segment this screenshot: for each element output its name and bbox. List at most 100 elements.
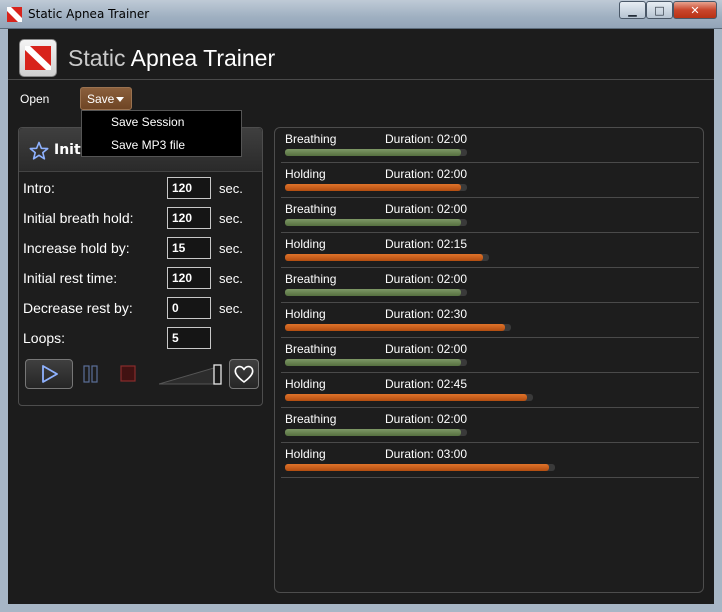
save-dropdown-menu: Save Session Save MP3 file — [81, 110, 242, 157]
app-logo — [19, 39, 57, 77]
session-phases-panel: Breathing Duration: 02:00 Holding Durati… — [274, 127, 704, 593]
duration-label: Duration: — [385, 167, 434, 181]
phase-row: Breathing Duration: 02:00 — [281, 338, 699, 373]
stop-button[interactable] — [115, 361, 141, 387]
duration-label: Duration: — [385, 307, 434, 321]
stop-icon — [120, 365, 136, 382]
open-menu[interactable]: Open — [20, 92, 49, 106]
increase-hold-input[interactable] — [167, 237, 211, 259]
header-divider — [8, 79, 714, 80]
phase-progress-fill — [285, 464, 549, 471]
phase-progress-track — [285, 184, 467, 191]
app-heading-bold: Apnea Trainer — [130, 45, 276, 71]
phase-progress-fill — [285, 359, 461, 366]
duration-label: Duration: — [385, 202, 434, 216]
duration-value: 02:00 — [437, 132, 468, 146]
field-label: Initial rest time: — [23, 270, 118, 286]
menu-item-save-session[interactable]: Save Session — [111, 115, 184, 129]
duration-label: Duration: — [385, 342, 434, 356]
app-heading: Static Apnea Trainer — [68, 45, 275, 72]
phase-progress-fill — [285, 289, 461, 296]
app-heading-light: Static — [68, 45, 126, 71]
play-button[interactable] — [25, 359, 73, 389]
phase-progress-track — [285, 359, 467, 366]
phase-name: Breathing — [285, 342, 337, 356]
close-button[interactable]: ✕ — [673, 1, 717, 19]
field-initial-breath-hold: Initial breath hold: sec. — [23, 207, 263, 231]
duration-label: Duration: — [385, 237, 434, 251]
phase-name: Holding — [285, 377, 326, 391]
duration-value: 03:00 — [437, 447, 468, 461]
pause-icon — [83, 365, 98, 383]
duration-label: Duration: — [385, 272, 434, 286]
playback-controls — [23, 359, 261, 393]
phase-progress-fill — [285, 149, 461, 156]
phase-progress-track — [285, 464, 555, 471]
phase-progress-track — [285, 149, 467, 156]
duration-value: 02:00 — [437, 412, 468, 426]
phase-name: Holding — [285, 237, 326, 251]
phase-row: Breathing Duration: 02:00 — [281, 128, 699, 163]
duration-label: Duration: — [385, 412, 434, 426]
phase-name: Breathing — [285, 132, 337, 146]
phase-progress-track — [285, 324, 511, 331]
duration-value: 02:00 — [437, 202, 468, 216]
decrease-rest-input[interactable] — [167, 297, 211, 319]
duration-value: 02:00 — [437, 167, 468, 181]
initial-rest-input[interactable] — [167, 267, 211, 289]
app-icon — [7, 7, 22, 22]
window-frame-right — [714, 29, 722, 612]
phase-row: Holding Duration: 03:00 — [281, 443, 699, 478]
phase-progress-track — [285, 254, 489, 261]
field-loops: Loops: — [23, 327, 263, 351]
duration-value: 02:45 — [437, 377, 468, 391]
field-initial-rest: Initial rest time: sec. — [23, 267, 263, 291]
field-intro: Intro: sec. — [23, 177, 263, 201]
volume-slider[interactable] — [158, 363, 225, 385]
field-unit: sec. — [219, 211, 243, 226]
duration-value: 02:15 — [437, 237, 468, 251]
window-title: Static Apnea Trainer — [28, 7, 150, 21]
pause-button[interactable] — [79, 361, 103, 387]
phase-name: Holding — [285, 167, 326, 181]
title-bar[interactable]: Static Apnea Trainer ▁ □ ✕ — [0, 0, 722, 29]
field-label: Initial breath hold: — [23, 210, 134, 226]
phase-progress-track — [285, 429, 467, 436]
minimize-button[interactable]: ▁ — [619, 1, 646, 19]
heart-button[interactable] — [229, 359, 259, 389]
app-client-area: Static Apnea Trainer Open Save Save Sess… — [8, 29, 714, 604]
field-label: Intro: — [23, 180, 55, 196]
save-menu-button[interactable]: Save — [80, 87, 132, 110]
duration-label: Duration: — [385, 377, 434, 391]
phase-name: Breathing — [285, 272, 337, 286]
menu-item-save-mp3[interactable]: Save MP3 file — [111, 138, 185, 152]
window-controls: ▁ □ ✕ — [619, 1, 717, 19]
field-label: Loops: — [23, 330, 66, 346]
phase-row: Breathing Duration: 02:00 — [281, 198, 699, 233]
field-unit: sec. — [219, 271, 243, 286]
chevron-down-icon — [116, 97, 124, 102]
phase-row: Breathing Duration: 02:00 — [281, 268, 699, 303]
initial-breath-hold-input[interactable] — [167, 207, 211, 229]
intro-input[interactable] — [167, 177, 211, 199]
field-increase-hold: Increase hold by: sec. — [23, 237, 263, 261]
phase-row: Holding Duration: 02:30 — [281, 303, 699, 338]
phase-row: Holding Duration: 02:00 — [281, 163, 699, 198]
duration-value: 02:30 — [437, 307, 468, 321]
phase-progress-fill — [285, 219, 461, 226]
field-unit: sec. — [219, 241, 243, 256]
duration-value: 02:00 — [437, 272, 468, 286]
window-frame-left — [0, 29, 8, 612]
phase-name: Breathing — [285, 412, 337, 426]
phase-progress-fill — [285, 429, 461, 436]
duration-value: 02:00 — [437, 342, 468, 356]
duration-label: Duration: — [385, 447, 434, 461]
dive-flag-icon — [25, 46, 51, 70]
maximize-button[interactable]: □ — [646, 1, 673, 19]
phase-row: Holding Duration: 02:15 — [281, 233, 699, 268]
loops-input[interactable] — [167, 327, 211, 349]
phase-row: Holding Duration: 02:45 — [281, 373, 699, 408]
phase-name: Holding — [285, 307, 326, 321]
field-label: Decrease rest by: — [23, 300, 133, 316]
phase-progress-track — [285, 394, 533, 401]
